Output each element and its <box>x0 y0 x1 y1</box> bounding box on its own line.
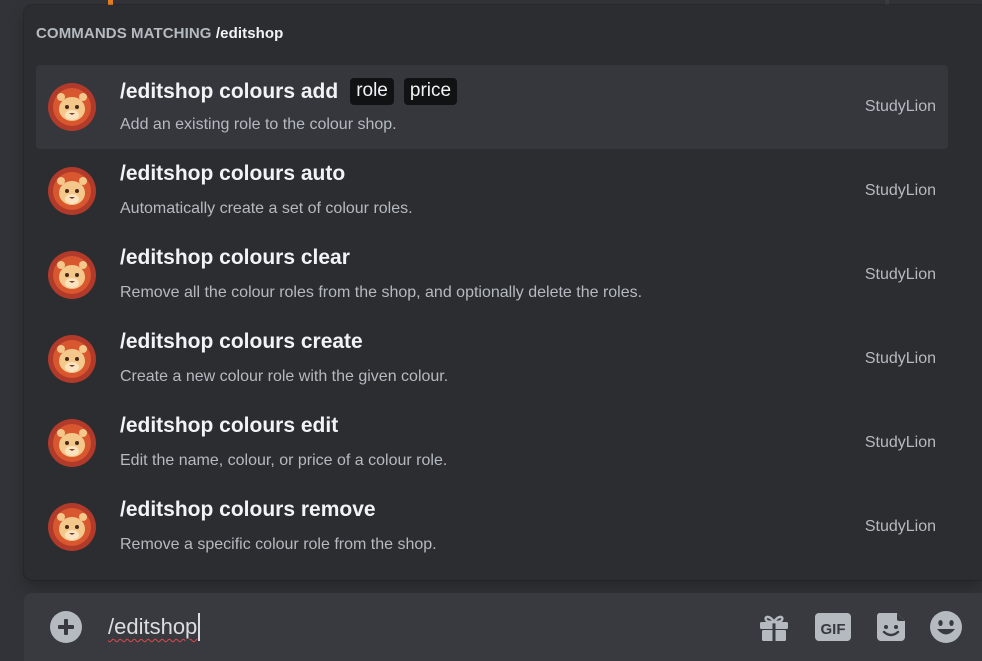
command-row[interactable]: /editshop colours add role price Add an … <box>36 65 948 149</box>
command-source: StudyLion <box>864 182 936 199</box>
text-caret <box>198 613 201 641</box>
command-row[interactable]: /editshop colours edit Edit the name, co… <box>36 401 948 485</box>
command-list: /editshop colours add role price Add an … <box>36 65 948 569</box>
autocomplete-header: COMMANDS MATCHING /editshop <box>36 25 283 42</box>
lion-avatar-icon <box>48 503 96 551</box>
emoji-icon[interactable] <box>928 609 964 645</box>
header-query: /editshop <box>215 25 284 42</box>
command-name-line: /editshop colours auto <box>120 162 345 186</box>
command-name: /editshop colours edit <box>120 414 339 437</box>
command-row[interactable]: /editshop colours clear Remove all the c… <box>36 233 948 317</box>
command-description: Remove all the colour roles from the sho… <box>120 284 643 301</box>
command-source: StudyLion <box>864 266 936 283</box>
message-input-value: /editshop <box>108 614 198 639</box>
command-name-line: /editshop colours remove <box>120 498 376 522</box>
command-source: StudyLion <box>864 350 936 367</box>
command-name: /editshop colours auto <box>120 162 346 185</box>
command-name-line: /editshop colours create <box>120 330 363 354</box>
gif-icon[interactable]: GIF <box>815 609 851 645</box>
command-description: Create a new colour role with the given … <box>120 368 449 385</box>
command-source: StudyLion <box>864 518 936 535</box>
lion-avatar-icon <box>48 167 96 215</box>
command-source: StudyLion <box>864 434 936 451</box>
command-row[interactable]: /editshop colours auto Automatically cre… <box>36 149 948 233</box>
command-description: Automatically create a set of colour rol… <box>120 200 413 217</box>
command-description: Add an existing role to the colour shop. <box>120 116 397 133</box>
lion-avatar-icon <box>48 419 96 467</box>
header-prefix: COMMANDS MATCHING <box>36 25 212 42</box>
command-name-line: /editshop colours clear <box>120 246 350 270</box>
command-row[interactable]: /editshop colours remove Remove a specif… <box>36 485 948 569</box>
plus-circle-icon[interactable] <box>50 611 82 643</box>
command-description: Edit the name, colour, or price of a col… <box>120 452 448 469</box>
lion-avatar-icon <box>48 335 96 383</box>
command-source: StudyLion <box>864 98 936 115</box>
command-name: /editshop colours remove <box>120 498 376 521</box>
command-autocomplete-popup: COMMANDS MATCHING /editshop /editshop co… <box>24 5 982 580</box>
lion-avatar-icon <box>48 251 96 299</box>
lion-avatar-icon <box>48 83 96 131</box>
command-name: /editshop colours clear <box>120 246 350 269</box>
command-name-line: /editshop colours edit <box>120 414 338 438</box>
command-name-line: /editshop colours add role price <box>120 78 458 105</box>
message-input[interactable]: /editshop <box>108 613 201 641</box>
gift-icon[interactable] <box>756 609 792 645</box>
gif-label: GIF <box>821 621 846 638</box>
message-composer: /editshop GIF <box>24 593 982 661</box>
option-pill-price: price <box>403 78 458 105</box>
command-row[interactable]: /editshop colours create Create a new co… <box>36 317 948 401</box>
command-description: Remove a specific colour role from the s… <box>120 536 437 553</box>
sticker-icon[interactable] <box>873 609 909 645</box>
option-pill-role: role <box>350 78 394 105</box>
command-name: /editshop colours add <box>120 79 339 103</box>
command-name: /editshop colours create <box>120 330 363 353</box>
